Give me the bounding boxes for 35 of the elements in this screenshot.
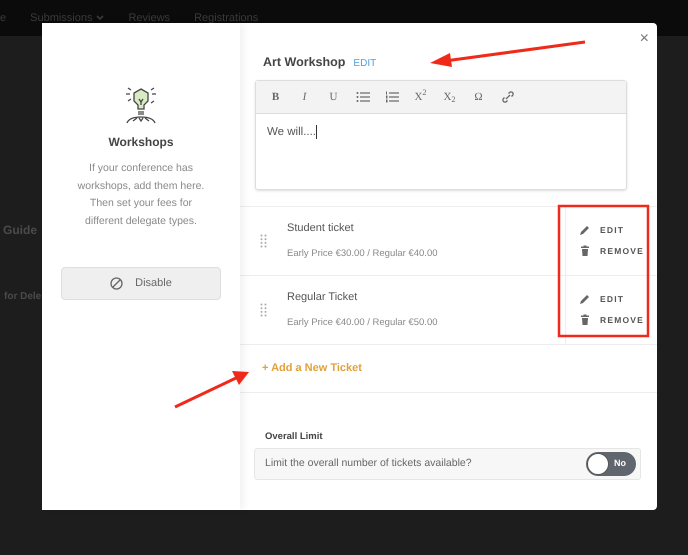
drag-handle-icon[interactable] [260, 302, 267, 317]
sidebar-description: If your conference has workshops, add them here. Then set your fees for different delegate types. [76, 161, 206, 228]
ticket-prices: Early Price €30.00 / Regular €40.00 [287, 246, 439, 261]
close-button[interactable]: × [640, 27, 649, 51]
trash-icon [579, 245, 591, 258]
sidebar-title: Workshops [108, 134, 174, 151]
chevron-icon [96, 15, 104, 21]
overall-limit-label: Overall Limit [265, 430, 324, 444]
drag-handle-icon[interactable] [260, 234, 267, 248]
workshop-title: Art Workshop [263, 54, 346, 71]
editor-text: We will.... [267, 124, 316, 140]
text-editor[interactable]: B I U X$^{2}$ X$_{2}$ Ω We will.... [255, 80, 627, 190]
format-button[interactable]: X$_{2}$ [438, 88, 461, 105]
limit-question: Limit the overall number of tickets available? [265, 456, 472, 472]
edit-button[interactable]: EDIT [579, 224, 657, 237]
pencil-icon [579, 224, 591, 236]
disable-button[interactable]: Disable [61, 267, 221, 300]
edit-button[interactable]: EDIT [579, 293, 657, 306]
ticket-name: Student ticket [287, 221, 355, 236]
ticket-name: Regular Ticket [287, 290, 358, 306]
format-button[interactable]: B [264, 88, 287, 105]
ticket-prices: Early Price €40.00 / Regular €50.00 [287, 316, 439, 330]
format-button[interactable]: U [322, 88, 345, 105]
limit-toggle[interactable]: No [586, 452, 636, 476]
remove-button[interactable]: REMOVE [579, 314, 657, 326]
text-cursor [316, 125, 317, 140]
format-button[interactable]: X$^{2}$ [409, 88, 432, 105]
format-button[interactable]: Ω [467, 88, 490, 105]
disable-icon [110, 277, 124, 290]
trash-icon [579, 314, 591, 326]
remove-button[interactable]: REMOVE [579, 244, 657, 258]
lightbulb-icon [123, 85, 159, 125]
pencil-icon [579, 293, 591, 306]
format-button[interactable]: I [293, 88, 316, 105]
edit-link[interactable]: EDIT [353, 56, 376, 71]
